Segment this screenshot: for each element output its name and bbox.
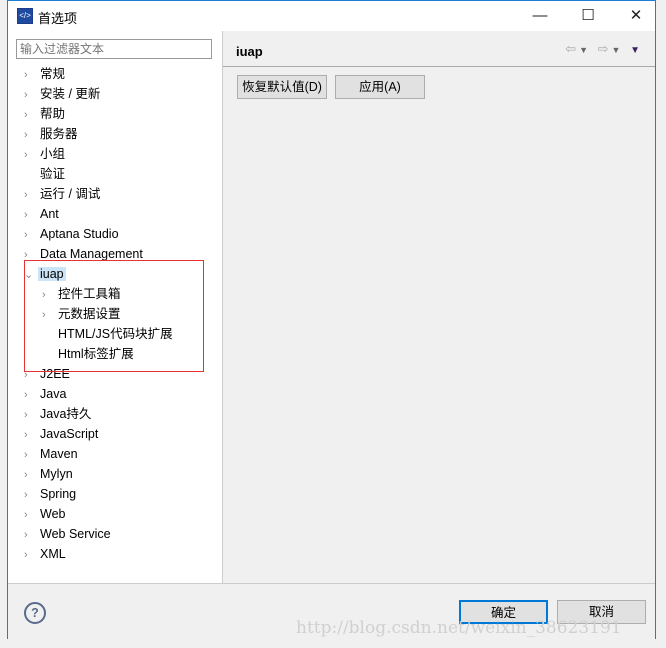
- tree-item[interactable]: › 常规: [24, 65, 67, 83]
- tree-item-label: Ant: [40, 207, 59, 221]
- tree-item-label: 帮助: [40, 107, 66, 121]
- page-navigation: ⇦▼ ⇨▼ ▼: [565, 41, 643, 57]
- tree-item-label: 验证: [40, 167, 66, 181]
- chevron-right-icon[interactable]: ›: [24, 446, 38, 464]
- tree-item[interactable]: › Java: [24, 385, 68, 403]
- view-menu-icon[interactable]: ▼: [630, 45, 643, 56]
- tree-item[interactable]: › Java持久: [24, 405, 93, 423]
- chevron-right-icon[interactable]: ›: [24, 406, 38, 424]
- tree-item-label: 小组: [40, 147, 66, 161]
- preferences-dialog: </> 首选项 — ☐ ✕ ›常规›安装 / 更新›帮助›服务器›小组验证›运行…: [7, 0, 656, 640]
- tree-item-label: Web Service: [40, 527, 111, 541]
- tree-item[interactable]: › Ant: [24, 205, 61, 223]
- back-arrow-icon[interactable]: ⇦: [565, 41, 579, 56]
- filter-input[interactable]: [16, 39, 212, 59]
- highlight-annotation-box: [24, 260, 204, 372]
- tree-item-label: Java持久: [40, 407, 92, 421]
- eclipse-app-icon: </>: [17, 8, 33, 24]
- tree-item-label: 运行 / 调试: [40, 187, 101, 201]
- chevron-right-icon[interactable]: ›: [24, 526, 38, 544]
- tree-item[interactable]: › Web Service: [24, 525, 113, 543]
- chevron-right-icon[interactable]: ›: [24, 186, 38, 204]
- back-dropdown-icon[interactable]: ▼: [579, 45, 591, 55]
- preference-page: iuap ⇦▼ ⇨▼ ▼ 恢复默认值(D) 应用(A): [223, 31, 655, 583]
- tree-item-label: 服务器: [40, 127, 78, 141]
- title-bar: </> 首选项 — ☐ ✕: [8, 1, 655, 31]
- tree-item[interactable]: › Maven: [24, 445, 80, 463]
- chevron-right-icon[interactable]: ›: [24, 106, 38, 124]
- tree-item-label: JavaScript: [40, 427, 99, 441]
- tree-item-label: Maven: [40, 447, 78, 461]
- chevron-right-icon[interactable]: ›: [24, 226, 38, 244]
- tree-item-label: Data Management: [40, 247, 143, 261]
- chevron-right-icon[interactable]: ›: [24, 386, 38, 404]
- restore-defaults-button[interactable]: 恢复默认值(D): [237, 75, 327, 99]
- chevron-right-icon[interactable]: ›: [24, 66, 38, 84]
- tree-item-label: XML: [40, 547, 66, 561]
- tree-item[interactable]: › Aptana Studio: [24, 225, 121, 243]
- tree-item[interactable]: › 服务器: [24, 125, 80, 143]
- chevron-right-icon[interactable]: ›: [24, 506, 38, 524]
- tree-item[interactable]: › 运行 / 调试: [24, 185, 102, 203]
- tree-item[interactable]: › 小组: [24, 145, 67, 163]
- tree-item-label: Aptana Studio: [40, 227, 119, 241]
- tree-item-label: Java: [40, 387, 67, 401]
- tree-item[interactable]: 验证: [24, 165, 67, 183]
- tree-item[interactable]: › 帮助: [24, 105, 67, 123]
- forward-dropdown-icon[interactable]: ▼: [612, 45, 624, 55]
- tree-item-label: Spring: [40, 487, 77, 501]
- watermark: http://blog.csdn.net/weixin_38623191: [296, 618, 622, 638]
- divider: [223, 66, 655, 67]
- maximize-button[interactable]: ☐: [565, 1, 611, 31]
- chevron-right-icon[interactable]: ›: [24, 426, 38, 444]
- tree-item-label: Web: [40, 507, 66, 521]
- tree-item[interactable]: › XML: [24, 545, 68, 563]
- close-button[interactable]: ✕: [613, 1, 659, 31]
- chevron-right-icon[interactable]: ›: [24, 546, 38, 564]
- tree-item[interactable]: › Mylyn: [24, 465, 75, 483]
- chevron-right-icon[interactable]: ›: [24, 126, 38, 144]
- page-title: iuap: [236, 44, 263, 59]
- tree-item[interactable]: › Web: [24, 505, 67, 523]
- tree-item[interactable]: › Spring: [24, 485, 78, 503]
- chevron-right-icon[interactable]: ›: [24, 466, 38, 484]
- apply-button[interactable]: 应用(A): [335, 75, 425, 99]
- preference-tree-panel: ›常规›安装 / 更新›帮助›服务器›小组验证›运行 / 调试›Ant›Apta…: [8, 31, 223, 583]
- tree-item[interactable]: › JavaScript: [24, 425, 100, 443]
- minimize-button[interactable]: —: [517, 1, 563, 31]
- chevron-right-icon[interactable]: ›: [24, 486, 38, 504]
- tree-item-label: Mylyn: [40, 467, 73, 481]
- tree-item[interactable]: › 安装 / 更新: [24, 85, 102, 103]
- forward-arrow-icon[interactable]: ⇨: [598, 41, 612, 56]
- chevron-right-icon[interactable]: ›: [24, 146, 38, 164]
- chevron-right-icon[interactable]: ›: [24, 206, 38, 224]
- chevron-right-icon[interactable]: ›: [24, 86, 38, 104]
- window-title: 首选项: [38, 11, 78, 26]
- tree-item-label: 常规: [40, 67, 66, 81]
- help-icon[interactable]: ?: [24, 602, 46, 624]
- tree-item-label: 安装 / 更新: [40, 87, 101, 101]
